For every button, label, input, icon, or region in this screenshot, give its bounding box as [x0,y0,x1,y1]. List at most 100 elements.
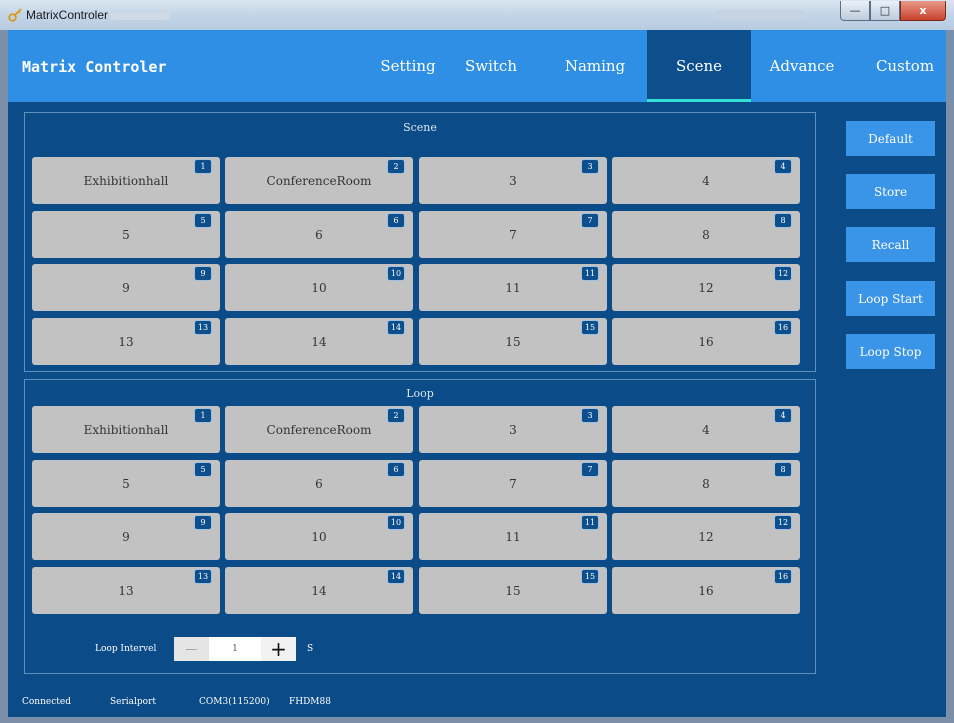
scene-slot[interactable]: 77 [419,211,607,258]
loop-slot[interactable]: 14 14 [225,567,413,614]
loop-slot-label: 11 [505,529,521,544]
recall-button[interactable]: Recall [846,227,935,262]
scene-slot-number-badge: 3 [581,159,599,174]
loop-slot[interactable]: 44 [612,406,800,453]
loop-slot[interactable]: 13 13 [32,567,220,614]
loop-slot[interactable]: 15 15 [419,567,607,614]
loop-slot-label: 15 [505,583,521,598]
loop-slot[interactable]: 77 [419,460,607,507]
default-button[interactable]: Default [846,121,935,156]
loop-slot-number-badge: 12 [774,515,792,530]
loop-stop-button[interactable]: Loop Stop [846,334,935,369]
window-border-right [946,30,954,723]
loop-slot-number-badge: 1 [194,408,212,423]
app-window: MatrixControler — □ x Matrix Controler S… [0,0,954,723]
loop-slot[interactable]: Exhibitionhall 1 [32,406,220,453]
scene-slot-label: 15 [505,334,521,349]
loop-slot-number-badge: 8 [774,462,792,477]
loop-interval-label: Loop Intervel [95,644,157,654]
scene-slot[interactable]: 99 [32,264,220,311]
scene-slot-label: 9 [122,280,130,295]
loop-slot-label: 16 [698,583,714,598]
scene-slot-label: ConferenceRoom [266,173,372,188]
key-icon [8,8,22,22]
scene-slot[interactable]: 11 11 [419,264,607,311]
loop-slot-label: 9 [122,529,130,544]
scene-slot-label: 7 [509,227,517,242]
loop-slot-number-badge: 13 [194,569,212,584]
scene-slot-label: 13 [118,334,134,349]
scene-slot[interactable]: 15 15 [419,318,607,365]
scene-slot[interactable]: 44 [612,157,800,204]
app-header: Matrix Controler Setting Switch Naming S… [8,30,946,102]
loop-slot-number-badge: 11 [581,515,599,530]
scene-slot[interactable]: 14 14 [225,318,413,365]
scene-slot-number-badge: 15 [581,320,599,335]
scene-slot-label: 14 [311,334,327,349]
scene-slot[interactable]: 16 16 [612,318,800,365]
loop-slot-number-badge: 3 [581,408,599,423]
loop-slot[interactable]: 66 [225,460,413,507]
window-title: MatrixControler [26,8,109,22]
loop-slot-number-badge: 7 [581,462,599,477]
scene-slot-number-badge: 8 [774,213,792,228]
loop-slot-label: 6 [315,476,323,491]
loop-slot-number-badge: 16 [774,569,792,584]
close-button[interactable]: x [900,1,946,21]
tab-naming[interactable]: Naming [554,30,636,102]
decrement-button[interactable]: — [174,637,209,661]
loop-slot-number-badge: 4 [774,408,792,423]
loop-slot-label: ConferenceRoom [266,422,372,437]
loop-slot[interactable]: ConferenceRoom 2 [225,406,413,453]
loop-slot[interactable]: 16 16 [612,567,800,614]
loop-interval-input[interactable]: 1 [209,637,261,661]
loop-slot[interactable]: 33 [419,406,607,453]
loop-slot[interactable]: 10 10 [225,513,413,560]
loop-slot-number-badge: 14 [387,569,405,584]
scene-slot-number-badge: 1 [194,159,212,174]
window-title-bar[interactable]: MatrixControler — □ x [0,0,954,31]
status-port-type: Serialport [110,697,157,707]
minimize-button[interactable]: — [840,1,870,21]
scene-slot[interactable]: 66 [225,211,413,258]
scene-slot[interactable]: 12 12 [612,264,800,311]
scene-slot-label: 16 [698,334,714,349]
loop-slot[interactable]: 11 11 [419,513,607,560]
tab-advance[interactable]: Advance [760,30,844,102]
scene-slot[interactable]: 13 13 [32,318,220,365]
loop-interval-unit: S [307,644,314,654]
tab-switch[interactable]: Switch [454,30,528,102]
loop-slot-label: 4 [702,422,710,437]
scene-slot[interactable]: 33 [419,157,607,204]
scene-slot-number-badge: 16 [774,320,792,335]
loop-slot[interactable]: 88 [612,460,800,507]
maximize-button[interactable]: □ [870,1,900,21]
scene-slot[interactable]: 88 [612,211,800,258]
scene-slot-label: 6 [315,227,323,242]
scene-panel-title: Scene [403,121,437,134]
window-border-bottom [0,717,954,723]
loop-slot[interactable]: 55 [32,460,220,507]
window-border-left [0,30,8,723]
scene-slot[interactable]: 10 10 [225,264,413,311]
status-model: FHDM88 [289,697,331,707]
loop-slot[interactable]: 12 12 [612,513,800,560]
scene-slot[interactable]: ConferenceRoom 2 [225,157,413,204]
loop-interval-stepper: — 1 + [174,637,296,661]
tab-setting[interactable]: Setting [358,30,458,102]
tab-scene[interactable]: Scene [647,30,751,102]
loop-slot[interactable]: 99 [32,513,220,560]
increment-button[interactable]: + [261,637,296,661]
store-button[interactable]: Store [846,174,935,209]
scene-slot-label: Exhibitionhall [83,173,169,188]
scene-slot-label: 12 [698,280,714,295]
loop-slot-number-badge: 5 [194,462,212,477]
loop-slot-label: 3 [509,422,517,437]
tab-custom[interactable]: Custom [866,30,944,102]
loop-panel-title: Loop [406,387,434,400]
scene-slot-number-badge: 4 [774,159,792,174]
scene-slot[interactable]: 55 [32,211,220,258]
scene-slot[interactable]: Exhibitionhall 1 [32,157,220,204]
loop-slot-number-badge: 10 [387,515,405,530]
loop-start-button[interactable]: Loop Start [846,281,935,316]
